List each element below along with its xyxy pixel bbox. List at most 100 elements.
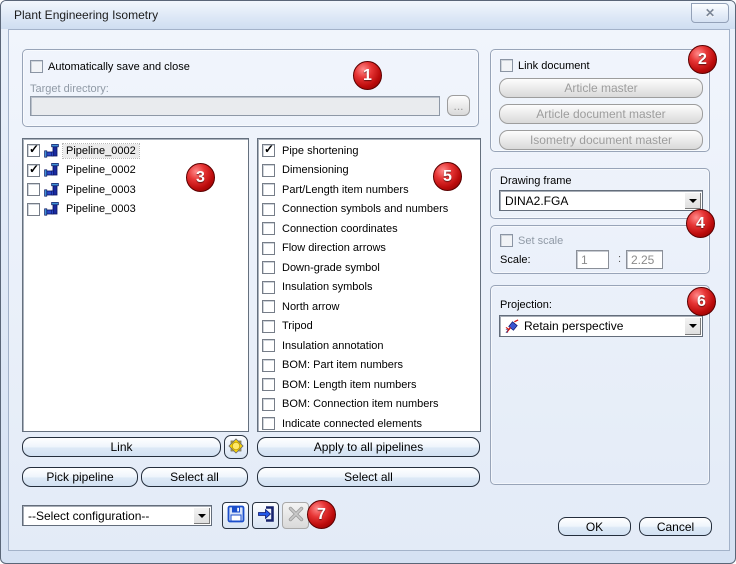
pipeline-list-item[interactable]: Pipeline_0003 — [23, 180, 248, 200]
import-icon — [256, 504, 276, 527]
drawing-frame-dropdown-button[interactable] — [684, 192, 701, 209]
option-item-label: Connection symbols and numbers — [282, 203, 449, 216]
projection-dropdown-button[interactable] — [684, 317, 701, 335]
ok-button[interactable]: OK — [558, 517, 631, 536]
annotation-circle-4: 4 — [686, 209, 715, 238]
annotation-circle-1: 1 — [353, 61, 382, 90]
pipeline-list-item[interactable]: Pipeline_0003 — [23, 200, 248, 220]
pipeline-select-all-label: Select all — [170, 470, 219, 484]
projection-combobox[interactable]: 2 Retain perspective — [499, 315, 703, 337]
close-button[interactable]: ✕ — [691, 3, 729, 23]
drawing-frame-label: Drawing frame — [500, 175, 572, 187]
isometry-document-master-button[interactable]: Isometry document master — [499, 130, 703, 150]
option-list-item[interactable]: Insulation annotation — [258, 336, 480, 356]
save-configuration-button[interactable] — [222, 502, 249, 529]
auto-save-checkbox-label: Automatically save and close — [48, 60, 190, 73]
option-item-checkbox[interactable] — [262, 358, 275, 372]
title-bar[interactable]: Plant Engineering Isometry ✕ — [1, 1, 735, 29]
pipeline-listbox[interactable]: Pipeline_0002 Pipeline_0002 — [22, 138, 249, 432]
option-list-item[interactable]: Flow direction arrows — [258, 239, 480, 259]
link-button[interactable]: Link — [22, 437, 221, 457]
annotation-circle-7: 7 — [307, 500, 336, 529]
article-master-label: Article master — [564, 81, 638, 95]
option-item-label: Down-grade symbol — [282, 261, 380, 274]
pipeline-select-all-button[interactable]: Select all — [141, 467, 248, 487]
option-item-checkbox[interactable] — [262, 300, 275, 314]
option-item-checkbox[interactable] — [262, 241, 275, 255]
drawing-frame-group: Drawing frame DINA2.FGA — [490, 168, 710, 219]
configuration-combobox[interactable]: --Select configuration-- — [22, 505, 212, 526]
link-document-checkbox[interactable] — [500, 59, 513, 72]
options-select-all-button[interactable]: Select all — [257, 467, 480, 487]
option-list-item[interactable]: Tripod — [258, 317, 480, 337]
option-item-checkbox[interactable] — [262, 142, 275, 158]
annotation-circle-2: 2 — [688, 45, 717, 74]
option-item-label: Tripod — [282, 320, 313, 333]
option-item-checkbox[interactable] — [262, 183, 275, 197]
option-list-item[interactable]: Indicate connected elements — [258, 414, 480, 431]
ok-button-label: OK — [585, 519, 604, 534]
auto-save-checkbox[interactable] — [30, 60, 43, 73]
option-item-checkbox[interactable] — [262, 202, 275, 216]
projection-label: Projection: — [500, 299, 552, 311]
plant-engineering-isometry-dialog: Plant Engineering Isometry ✕ Automatical… — [0, 0, 736, 564]
option-list-item[interactable]: BOM: Part item numbers — [258, 356, 480, 376]
option-item-checkbox[interactable] — [262, 163, 275, 177]
option-list-item[interactable]: Connection coordinates — [258, 219, 480, 239]
pick-pipeline-label: Pick pipeline — [46, 470, 114, 484]
pipeline-item-checkbox[interactable] — [27, 202, 40, 216]
link-settings-button[interactable] — [224, 435, 248, 459]
target-directory-input[interactable] — [30, 96, 440, 116]
set-scale-checkbox[interactable] — [500, 234, 513, 247]
option-item-checkbox[interactable] — [262, 261, 275, 275]
isometry-document-master-label: Isometry document master — [529, 133, 673, 147]
link-document-checkbox-label: Link document — [518, 59, 590, 72]
option-item-checkbox[interactable] — [262, 417, 275, 431]
option-list-item[interactable]: Down-grade symbol — [258, 258, 480, 278]
option-item-label: Pipe shortening — [282, 144, 359, 157]
option-item-label: Dimensioning — [282, 164, 349, 177]
chevron-down-icon — [197, 513, 206, 518]
option-list-item[interactable]: BOM: Length item numbers — [258, 375, 480, 395]
delete-configuration-button[interactable] — [282, 502, 309, 529]
scale-denominator-input[interactable]: 2.25 — [626, 250, 663, 269]
apply-to-all-pipelines-button[interactable]: Apply to all pipelines — [257, 437, 480, 457]
configuration-value: --Select configuration-- — [28, 508, 150, 523]
browse-button[interactable]: ... — [447, 95, 470, 116]
option-list-item[interactable]: BOM: Connection item numbers — [258, 395, 480, 415]
link-document-checkbox-row[interactable]: Link document — [500, 59, 590, 72]
drawing-frame-combobox[interactable]: DINA2.FGA — [499, 190, 703, 211]
close-icon: ✕ — [704, 6, 716, 20]
configuration-dropdown-button[interactable] — [193, 507, 210, 524]
option-item-label: Part/Length item numbers — [282, 183, 409, 196]
scale-group: Set scale Scale: 1 : 2.25 — [490, 225, 710, 274]
set-scale-checkbox-row[interactable]: Set scale — [500, 234, 563, 247]
article-document-master-button[interactable]: Article document master — [499, 104, 703, 124]
chevron-down-icon — [688, 198, 697, 203]
pipeline-item-checkbox[interactable] — [27, 183, 40, 197]
option-item-checkbox[interactable] — [262, 222, 275, 236]
option-item-checkbox[interactable] — [262, 319, 275, 333]
option-list-item[interactable]: North arrow — [258, 297, 480, 317]
option-item-checkbox[interactable] — [262, 339, 275, 353]
save-icon — [226, 504, 246, 527]
option-item-label: BOM: Length item numbers — [282, 378, 417, 391]
cancel-button[interactable]: Cancel — [639, 517, 712, 536]
pipeline-item-checkbox[interactable] — [27, 142, 40, 158]
option-item-checkbox[interactable] — [262, 378, 275, 392]
gear-icon — [227, 437, 245, 458]
option-item-checkbox[interactable] — [262, 280, 275, 294]
article-master-button[interactable]: Article master — [499, 78, 703, 98]
apply-to-all-pipelines-label: Apply to all pipelines — [313, 440, 424, 454]
option-item-checkbox[interactable] — [262, 397, 275, 411]
auto-save-checkbox-row[interactable]: Automatically save and close — [30, 60, 190, 73]
scale-numerator-input[interactable]: 1 — [576, 250, 609, 269]
option-list-item[interactable]: Insulation symbols — [258, 278, 480, 298]
option-list-item[interactable]: Connection symbols and numbers — [258, 200, 480, 220]
pipeline-list-item[interactable]: Pipeline_0002 — [23, 141, 248, 161]
pipeline-item-checkbox[interactable] — [27, 162, 40, 177]
cancel-button-label: Cancel — [656, 519, 695, 534]
load-configuration-button[interactable] — [252, 502, 279, 529]
option-list-item[interactable]: Pipe shortening — [258, 141, 480, 161]
pick-pipeline-button[interactable]: Pick pipeline — [22, 467, 138, 487]
